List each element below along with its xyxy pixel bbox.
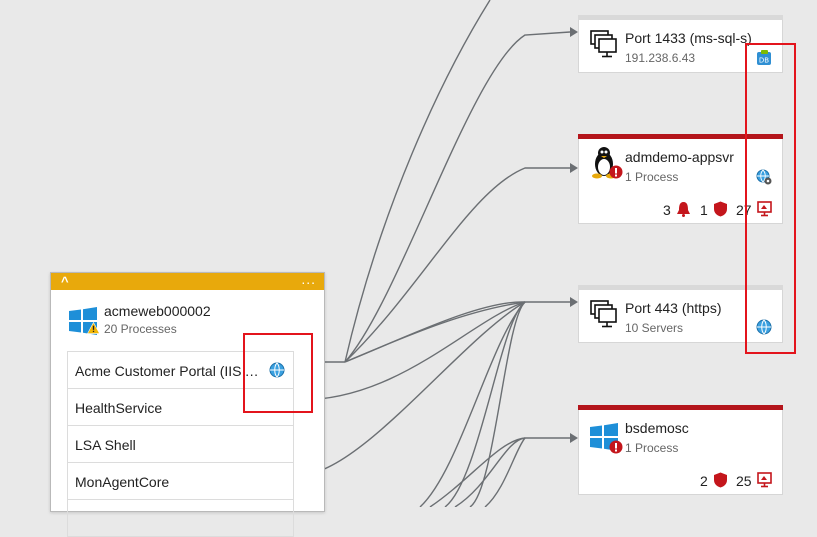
server-group-icon (590, 30, 617, 58)
node-title: Port 1433 (ms-sql-s) (625, 30, 752, 46)
connector-line (344, 301, 526, 363)
update-monitor-icon (757, 472, 772, 488)
process-label: LSA Shell (75, 437, 136, 453)
node-title: admdemo-appsvr (625, 149, 734, 165)
process-item[interactable]: LSA Shell (68, 426, 293, 463)
collapse-button[interactable]: ^ (61, 274, 69, 289)
highlight-box-node-icons (745, 43, 796, 354)
alerts-count: 3 (663, 202, 671, 218)
node-subtitle: 1 Process (625, 170, 679, 184)
shield-icon (714, 201, 727, 217)
arrowhead (570, 433, 578, 443)
updates-count: 25 (736, 473, 752, 489)
machine-name: acmeweb000002 (104, 303, 211, 319)
machine-process-count: 20 Processes (104, 322, 177, 336)
connector-line (344, 0, 491, 363)
connector-line (469, 301, 526, 507)
error-badge-icon (609, 440, 623, 454)
machine-card-header: ^ ... (51, 271, 324, 290)
node-bsdemosc[interactable]: bsdemosc 1 Process 2 25 (578, 405, 783, 495)
arrowhead (570, 297, 578, 307)
security-count: 2 (700, 473, 708, 489)
node-title: bsdemosc (625, 420, 689, 436)
node-subtitle: 191.238.6.43 (625, 51, 696, 65)
connector-line (344, 31, 571, 363)
arrowhead (570, 163, 578, 173)
highlight-box-process-ports (243, 333, 313, 413)
warning-badge-icon (87, 322, 100, 334)
bell-alert-icon (677, 202, 690, 217)
process-item[interactable] (68, 500, 293, 537)
process-label: HealthService (75, 400, 163, 416)
node-subtitle: 10 Servers (625, 321, 684, 335)
node-subtitle: 1 Process (625, 441, 679, 455)
process-item[interactable]: MonAgentCore (68, 463, 293, 500)
more-options-button[interactable]: ... (301, 271, 316, 287)
node-status-bar (578, 405, 783, 410)
shield-icon (714, 472, 727, 488)
process-label: Acme Customer Portal (IIS App Pool) (75, 363, 259, 379)
error-badge-icon (609, 165, 623, 179)
connector-line (299, 301, 526, 401)
security-count: 1 (700, 202, 708, 218)
node-status-bar (578, 15, 783, 20)
connector-line (344, 301, 570, 363)
node-title: Port 443 (https) (625, 300, 722, 316)
arrowhead (570, 27, 578, 37)
connector-line (429, 437, 570, 507)
connector-line (344, 167, 570, 363)
server-group-icon (590, 300, 617, 328)
process-label: MonAgentCore (75, 474, 170, 490)
